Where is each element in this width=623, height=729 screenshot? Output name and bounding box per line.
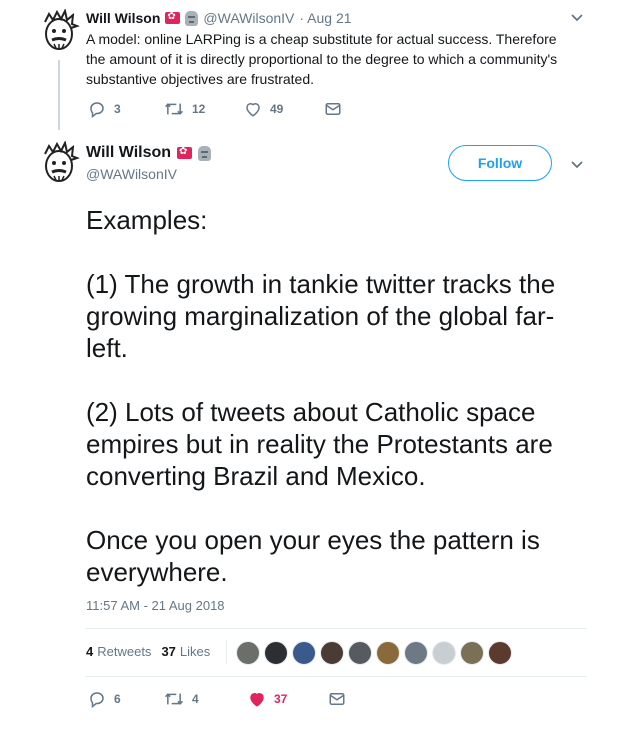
heart-filled-icon [250,692,264,707]
main-author-handle[interactable]: @WAWilsonIV [86,166,177,182]
main-retweet-count: 4 [192,692,199,706]
envelope-icon [325,103,341,115]
divider-top [86,628,586,629]
parent-dm-button[interactable] [324,100,350,118]
engagement-stats: 4 Retweets 37 Likes [86,644,210,659]
retweets-stat[interactable]: 4 Retweets [86,644,151,659]
liker-avatar[interactable] [376,641,400,665]
likes-stat[interactable]: 37 Likes [161,644,210,659]
parent-tweet-header: Will Wilson @WAWilsonIV · Aug 21 [86,10,352,26]
main-reply-button[interactable]: 6 [88,690,164,708]
liker-avatar[interactable] [292,641,316,665]
retweet-icon [164,693,184,705]
main-dm-button[interactable] [328,690,354,708]
liker-avatar[interactable] [460,641,484,665]
stats-separator [226,640,227,664]
main-reply-count: 6 [114,692,121,706]
main-author-name[interactable]: Will Wilson [86,144,171,162]
main-chevron-down-icon[interactable] [570,157,584,173]
heart-icon [246,102,260,117]
liker-avatar[interactable] [488,641,512,665]
likers-avatars [236,641,516,665]
liker-avatar[interactable] [432,641,456,665]
main-like-button[interactable]: 37 [248,690,328,708]
divider-bottom [86,676,586,677]
reply-icon [90,102,104,118]
parent-retweet-button[interactable]: 12 [164,100,244,118]
parent-author-name[interactable]: Will Wilson [86,10,160,26]
liker-avatar[interactable] [404,641,428,665]
retweet-count: 4 [86,644,94,659]
main-tweet-text: Examples: (1) The growth in tankie twitt… [86,205,556,587]
hong-kong-flag-icon [177,146,193,159]
moai-icon [185,10,199,26]
like-count: 37 [161,644,176,659]
likes-label: Likes [179,644,211,659]
parent-author-handle[interactable]: @WAWilsonIV [203,10,294,26]
liker-avatar[interactable] [348,641,372,665]
parent-tweet-date[interactable]: · Aug 21 [299,10,351,26]
parent-tweet-text: A model: online LARPing is a cheap subst… [86,31,558,87]
parent-reply-count: 3 [114,102,121,116]
parent-retweet-count: 12 [192,102,206,116]
reply-icon [90,692,104,708]
parent-tweet-actions: 3 12 49 [88,100,350,118]
main-like-count: 37 [274,692,288,706]
moai-icon [198,145,212,161]
retweet-icon [164,103,184,115]
retweets-label: Retweets [97,644,152,659]
hong-kong-flag-icon [165,11,181,24]
follow-button[interactable]: Follow [448,145,552,181]
liker-avatar[interactable] [236,641,260,665]
thread-connector-line [58,60,60,130]
main-tweet-actions: 6 4 37 [88,690,354,708]
main-tweet-header: Will Wilson [86,144,212,162]
liker-avatar[interactable] [320,641,344,665]
envelope-icon [329,693,345,705]
main-retweet-button[interactable]: 4 [164,690,248,708]
main-tweet-avatar[interactable] [36,140,82,186]
main-tweet-timestamp[interactable]: 11:57 AM - 21 Aug 2018 [86,598,225,613]
parent-reply-button[interactable]: 3 [88,100,164,118]
parent-like-button[interactable]: 49 [244,100,324,118]
parent-like-count: 49 [270,102,284,116]
parent-chevron-down-icon[interactable] [570,10,584,26]
liker-avatar[interactable] [264,641,288,665]
parent-tweet-avatar[interactable] [36,8,82,54]
